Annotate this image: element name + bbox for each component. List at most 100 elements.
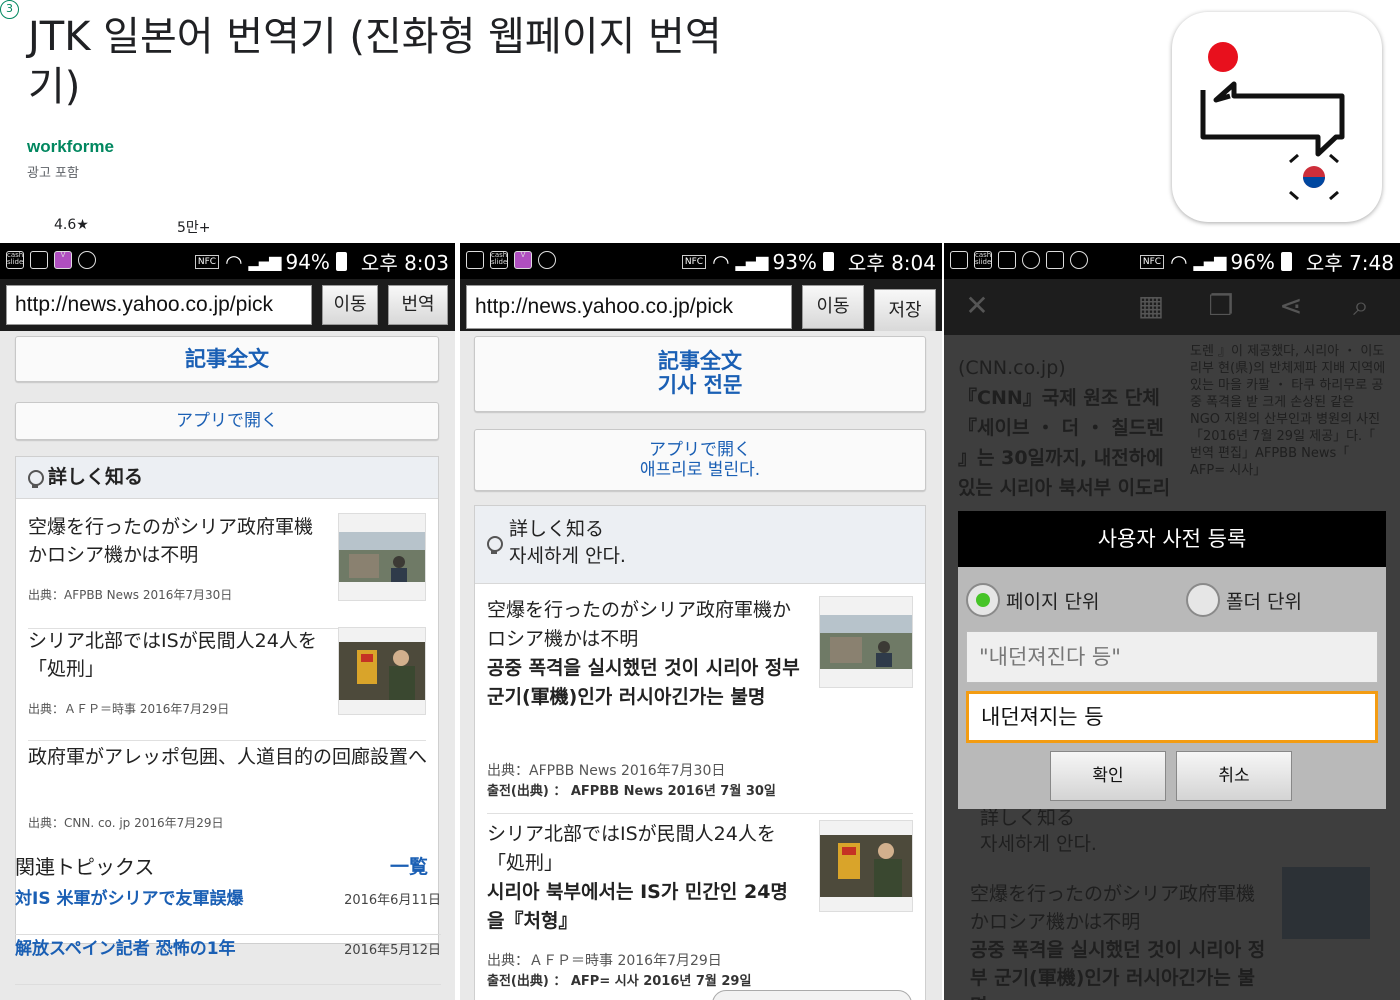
screenshot-panel-1: cash slide V NFC ◠ ▂▄▆ 94% 오후 8:03 http:… — [0, 243, 455, 1000]
news-title-translation: 시리아 북부에서는 IS가 민간인 24명을『처형』 — [487, 881, 788, 932]
signal-icon: ▂▄▆ — [248, 252, 282, 271]
dialog-title: 사용자 사전 등록 — [958, 511, 1386, 567]
news-title: 空爆を行ったのがシリア政府軍機かロシア機かは不明 공중 폭격을 실시했던 것이 … — [487, 596, 803, 712]
status-bar: cash slide V NFC ◠ ▂▄▆ 94% 오후 8:03 — [0, 243, 455, 279]
radio-unselected-icon — [1186, 583, 1220, 617]
bug-icon — [1070, 251, 1088, 269]
battery-small-icon — [1046, 251, 1064, 269]
radio-label: 페이지 단위 — [1006, 590, 1100, 613]
cancel-button[interactable]: 취소 — [1176, 751, 1292, 801]
go-button[interactable]: 이동 — [322, 285, 378, 325]
full-article-button[interactable]: 記事全文 기사 전문 — [474, 336, 926, 412]
cash-slide-icon: cash slide — [490, 251, 508, 269]
news-title: シリア北部ではISが民間人24人を「処刑」 시리아 북부에서는 IS가 민간인 … — [487, 820, 803, 936]
open-in-app-label: アプリで開く — [649, 440, 751, 460]
news-title: シリア北部ではISが民間人24人を「処刑」 — [28, 630, 317, 680]
web-page: 記事全文 기사 전문 アプリで開く 애프리로 벌린다. 詳しく知る 자세하게 안… — [460, 331, 942, 1000]
translator-logo-icon — [1200, 42, 1345, 201]
news-item[interactable]: シリア北部ではISが民間人24人を「処刑」 시리아 북부에서는 IS가 민간인 … — [487, 820, 913, 1000]
location-icon — [538, 251, 556, 269]
open-in-app-button[interactable]: アプリで開く 애프리로 벌린다. — [474, 429, 926, 491]
translate-button[interactable]: 번역 — [388, 285, 448, 325]
store-listing-page: JTK 일본어 번역기 (진화형 웹페이지 번역기) workforme 광고 … — [0, 0, 1400, 1000]
grid-icon[interactable]: ▦ — [1136, 291, 1166, 321]
news-thumbnail — [338, 627, 426, 715]
battery-icon — [822, 252, 834, 271]
translation-input[interactable]: 내던져지는 등 — [966, 691, 1378, 743]
full-article-button[interactable]: 記事全文 — [15, 336, 439, 382]
card-header: 詳しく知る 자세하게 안다. — [475, 506, 925, 584]
copy-icon[interactable]: ❐ — [1206, 291, 1236, 321]
ads-label: 광고 포함 — [27, 166, 79, 181]
topic-date: 2016年5月12日 — [344, 943, 441, 958]
ok-button[interactable]: 확인 — [1050, 751, 1166, 801]
article-side-text: 도렌 』이 제공했다, 시리아 ・ 이도리부 현(県)의 반체제파 지배 지역에… — [1190, 344, 1386, 478]
nfc-icon: NFC — [194, 254, 220, 269]
news-item[interactable]: 空爆を行ったのがシリア政府軍機かロシア機かは不明 공중 폭격을 실시했던 것이 … — [487, 596, 913, 814]
news-title: 空爆を行ったのがシリア政府軍機かロシア機かは不明 — [28, 516, 314, 566]
radio-folder-unit[interactable]: 폴더 단위 — [1186, 583, 1302, 617]
wifi-icon: ◠ — [1170, 249, 1188, 274]
news-source: 出典：AFPBB News 2016年7月30日 — [487, 763, 726, 779]
news-title: 空爆を行ったのがシリア政府軍機かロシア機かは不明 공중 폭격을 실시했던 것이 … — [970, 883, 1266, 1000]
news-title-original: 空爆を行ったのがシリア政府軍機かロシア機かは不明 — [487, 599, 792, 650]
developer-link[interactable]: workforme — [27, 137, 114, 157]
news-source-translation: 출전(出典) ： AFP= 시사 2016년 7월 29일 — [487, 974, 752, 989]
news-source: 出典：CNN. co. jp 2016年7月29日 — [28, 816, 224, 830]
battery-percent: 96% — [1230, 249, 1275, 274]
v-icon — [998, 251, 1016, 269]
full-article-label: 記事全文 — [658, 349, 742, 373]
web-page: 記事全文 アプリで開く 詳しく知る 空爆を行ったのがシリア政府軍機かロシア機かは… — [0, 331, 455, 1000]
full-article-translation: 기사 전문 — [657, 373, 743, 397]
radio-selected-icon — [966, 583, 1000, 617]
radio-label: 폴더 단위 — [1226, 590, 1302, 613]
battery-percent: 94% — [285, 249, 330, 274]
learn-more-heading: 詳しく知る 자세하게 안다. — [980, 807, 1097, 855]
close-icon[interactable]: ✕ — [962, 291, 992, 321]
v-icon: V — [54, 251, 72, 269]
user-dictionary-dialog: 사용자 사전 등록 페이지 단위 폴더 단위 "내던져진다 등" 내던져지는 등… — [958, 511, 1386, 809]
app-icon — [1172, 12, 1382, 222]
location-icon — [1022, 251, 1040, 269]
url-input[interactable]: http://news.yahoo.co.jp/pick — [6, 285, 312, 325]
clock: 오후 8:04 — [847, 251, 936, 275]
v-icon: V — [514, 251, 532, 269]
news-item[interactable]: 空爆を行ったのがシリア政府軍機かロシア機かは不明 出典：AFPBB News 2… — [28, 513, 426, 629]
topic-link[interactable]: 解放スペイン記者 恐怖の1年 — [15, 937, 236, 961]
related-topics-heading: 関連トピックス — [15, 855, 155, 879]
nfc-icon: NFC — [1139, 254, 1165, 269]
search-icon[interactable]: ⌕ — [1346, 291, 1376, 321]
location-icon — [78, 251, 96, 269]
topic-row[interactable]: 対IS 米軍がシリアで友軍誤爆 2016年6月11日 — [15, 887, 441, 935]
original-text-field: "내던져진다 등" — [966, 631, 1378, 683]
wifi-icon: ◠ — [712, 249, 730, 274]
battery-percent: 93% — [772, 249, 817, 274]
learn-more-heading: 詳しく知る — [48, 466, 144, 488]
rating-value: 4.6★ — [54, 217, 89, 233]
radio-page-unit[interactable]: 페이지 단위 — [966, 583, 1099, 617]
status-bar: cash slide NFC ◠ ▂▄▆ 96% 오후 7:48 — [944, 243, 1400, 279]
save-button[interactable]: 저장 — [874, 289, 936, 333]
news-item[interactable]: シリア北部ではISが民間人24人を「処刑」 出典：ＡＦＰ＝時事 2016年7月2… — [28, 627, 426, 741]
news-source: 出典：ＡＦＰ＝時事 2016年7月29日 — [487, 953, 722, 969]
image-icon — [950, 251, 968, 269]
topics-list-link[interactable]: 一覧 — [390, 852, 428, 879]
bottom-control[interactable] — [712, 990, 912, 1000]
open-in-app-button[interactable]: アプリで開く — [15, 402, 439, 440]
news-thumbnail — [819, 596, 913, 688]
news-item[interactable]: 政府軍がアレッポ包囲、人道目的の回廊設置へ 出典：CNN. co. jp 201… — [28, 741, 427, 835]
url-input[interactable]: http://news.yahoo.co.jp/pick — [466, 285, 792, 329]
news-source: 出典：ＡＦＰ＝時事 2016年7月29日 — [28, 702, 230, 716]
share-icon[interactable]: ⋖ — [1276, 291, 1306, 321]
lightbulb-icon — [487, 536, 503, 556]
topic-link[interactable]: 対IS 米軍がシリアで友軍誤爆 — [15, 887, 244, 911]
cash-slide-icon: cash slide — [974, 251, 992, 269]
age-rating-badge: 3 — [0, 0, 19, 19]
screenshot-panel-3: cash slide NFC ◠ ▂▄▆ 96% 오후 7:48 ✕ ▦ ❐ ⋖… — [944, 243, 1400, 1000]
topic-row[interactable]: 解放スペイン記者 恐怖の1年 2016年5月12日 — [15, 937, 441, 985]
news-thumbnail — [338, 513, 426, 601]
go-button[interactable]: 이동 — [802, 285, 864, 329]
open-in-app-translation: 애프리로 벌린다. — [639, 460, 761, 480]
lightbulb-icon — [28, 470, 44, 490]
wifi-icon: ◠ — [225, 249, 243, 274]
